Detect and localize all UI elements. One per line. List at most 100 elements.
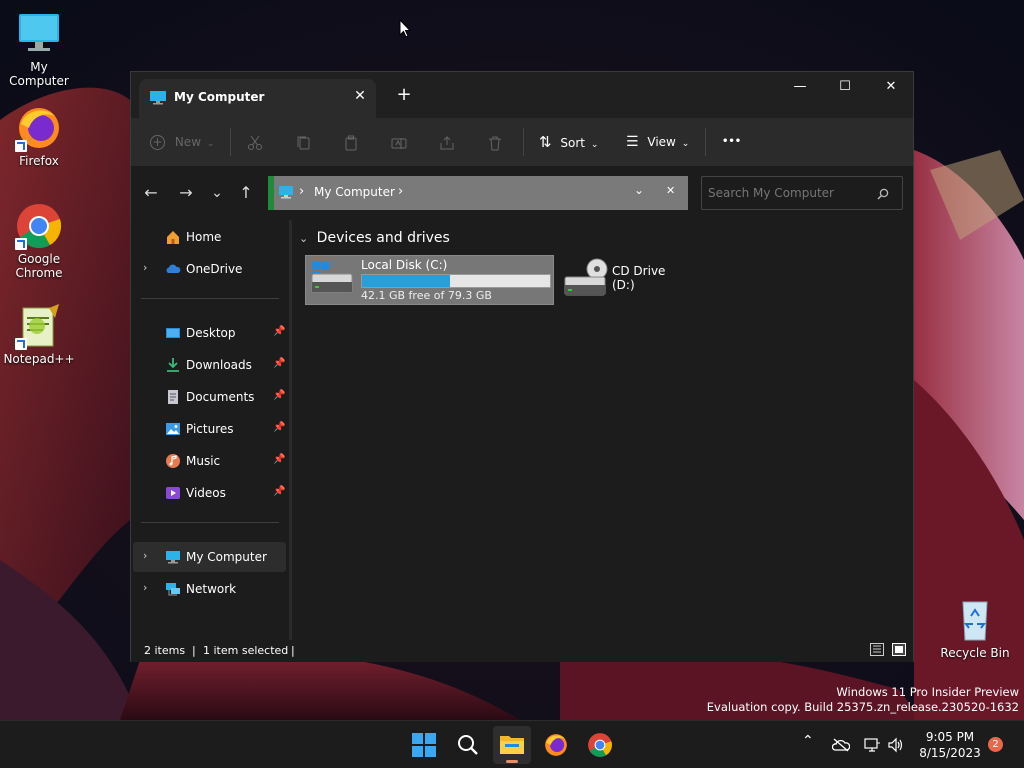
sidebar-item-music[interactable]: Music 📌	[133, 446, 286, 476]
sidebar-item-network[interactable]: › Network	[133, 574, 286, 604]
computer-icon	[166, 551, 180, 564]
chrome-icon	[15, 202, 63, 250]
taskbar-firefox[interactable]	[537, 726, 575, 764]
sort-button-label: Sort	[560, 136, 586, 150]
taskbar-search-button[interactable]	[449, 726, 487, 764]
desktop-icon-notepadpp[interactable]: Notepad++	[1, 302, 77, 366]
pin-icon[interactable]: 📌	[273, 326, 285, 337]
network-status-icon[interactable]	[864, 737, 880, 753]
videos-icon	[166, 487, 180, 499]
up-button[interactable]: ↑	[234, 180, 258, 206]
sidebar-item-label: Network	[186, 582, 237, 596]
drive-cd-d[interactable]: CD Drive (D:)	[559, 255, 689, 305]
pin-icon[interactable]: 📌	[273, 422, 285, 433]
chevron-right-icon[interactable]: ›	[143, 581, 147, 594]
maximize-button[interactable]: ☐	[822, 72, 868, 102]
taskbar-chrome[interactable]	[581, 726, 619, 764]
cut-button[interactable]	[247, 118, 267, 166]
details-view-button[interactable]	[870, 643, 884, 656]
address-dropdown-chevron-icon[interactable]: ⌄	[634, 183, 644, 197]
status-separator: |	[291, 644, 295, 657]
group-header-label: Devices and drives	[316, 230, 450, 246]
search-icon	[458, 735, 478, 755]
sidebar-item-label: Videos	[186, 486, 226, 500]
chevron-right-icon[interactable]: ›	[143, 549, 147, 562]
notification-badge[interactable]: 2	[988, 737, 1003, 752]
more-options-button[interactable]: •••	[722, 118, 746, 166]
sidebar-item-label: Downloads	[186, 358, 252, 372]
minimize-button[interactable]: —	[777, 72, 823, 102]
share-button[interactable]	[439, 118, 459, 166]
delete-button[interactable]	[487, 118, 507, 166]
cloud-offline-icon[interactable]	[832, 738, 850, 752]
back-button[interactable]: ←	[139, 180, 163, 206]
notepadpp-icon	[15, 302, 63, 350]
breadcrumb-separator[interactable]: ›	[398, 184, 403, 199]
recent-locations-button[interactable]: ⌄	[205, 180, 229, 206]
tab-close-button[interactable]: ✕	[349, 85, 371, 107]
file-list: ⌄ Devices and drives Local Disk (C:) 42.…	[293, 220, 913, 640]
taskbar-file-explorer[interactable]	[493, 726, 531, 764]
sidebar-item-onedrive[interactable]: › OneDrive	[133, 254, 286, 284]
copy-button[interactable]	[295, 118, 315, 166]
close-button[interactable]: ✕	[868, 72, 914, 102]
breadcrumb-my-computer[interactable]: My Computer	[314, 185, 395, 199]
view-button[interactable]: ☰ View ⌄	[626, 118, 692, 166]
home-icon	[167, 231, 179, 244]
tiles-view-button[interactable]	[892, 643, 906, 656]
pin-icon[interactable]: 📌	[273, 486, 285, 497]
rename-icon	[391, 137, 407, 149]
desktop-icon-firefox[interactable]: Firefox	[1, 104, 77, 168]
toolbar-divider	[523, 128, 524, 156]
recycle-bin-icon	[951, 596, 999, 644]
desktop-icon-label: Notepad++	[3, 352, 75, 366]
pin-icon[interactable]: 📌	[273, 454, 285, 465]
watermark-line-1: Windows 11 Pro Insider Preview	[836, 685, 1019, 699]
chevron-right-icon[interactable]: ›	[143, 261, 147, 274]
sidebar-item-downloads[interactable]: Downloads 📌	[133, 350, 286, 380]
sidebar-item-my-computer[interactable]: › My Computer	[133, 542, 286, 572]
volume-icon[interactable]	[887, 737, 903, 753]
sidebar-item-videos[interactable]: Videos 📌	[133, 478, 286, 508]
taskbar: ⌃ 9:05 PM 8/15/2023 2	[0, 720, 1024, 768]
sort-button[interactable]: ⇅ Sort ⌄	[539, 118, 603, 166]
computer-icon	[15, 10, 63, 58]
forward-button[interactable]: →	[174, 180, 198, 206]
drive-local-disk-c[interactable]: Local Disk (C:) 42.1 GB free of 79.3 GB	[305, 255, 554, 305]
search-input[interactable]	[708, 185, 868, 201]
desktop-icon-recycle-bin[interactable]: Recycle Bin	[937, 596, 1013, 660]
pin-icon[interactable]: 📌	[273, 358, 285, 369]
show-hidden-icons-chevron-icon[interactable]: ⌃	[802, 733, 814, 749]
cd-drive-icon	[564, 258, 608, 296]
sidebar-item-desktop[interactable]: Desktop 📌	[133, 318, 286, 348]
cut-icon	[248, 135, 262, 150]
view-list-icon: ☰	[626, 134, 639, 150]
search-box[interactable]	[701, 176, 903, 210]
desktop-icon-my-computer[interactable]: My Computer	[1, 10, 77, 88]
shortcut-arrow-icon	[15, 238, 27, 250]
file-explorer-icon	[500, 736, 524, 754]
desktop-icon-chrome[interactable]: Google Chrome	[1, 202, 77, 280]
delete-icon	[489, 136, 501, 150]
group-header-devices-and-drives[interactable]: ⌄ Devices and drives	[299, 230, 450, 246]
rename-button[interactable]	[391, 118, 411, 166]
title-bar[interactable]: My Computer ✕ + — ☐ ✕	[131, 72, 913, 118]
pin-icon[interactable]: 📌	[273, 390, 285, 401]
new-button-label: New	[174, 135, 202, 149]
new-button[interactable]: + New ⌄	[150, 118, 216, 166]
navigation-pane-scrollbar[interactable]	[289, 220, 292, 640]
sidebar-item-documents[interactable]: Documents 📌	[133, 382, 286, 412]
clock-date: 8/15/2023	[919, 746, 981, 760]
toolbar-divider	[230, 128, 231, 156]
desktop-icon-label: Firefox	[19, 154, 59, 168]
sidebar-item-home[interactable]: Home	[133, 222, 286, 252]
tab-my-computer[interactable]: My Computer ✕	[139, 79, 376, 118]
start-button[interactable]	[405, 726, 443, 764]
clock[interactable]: 9:05 PM 8/15/2023	[910, 729, 990, 761]
paste-button[interactable]	[343, 118, 363, 166]
firefox-icon	[15, 104, 63, 152]
address-bar[interactable]: › My Computer › ⌄ ✕	[268, 176, 688, 210]
new-tab-button[interactable]: +	[393, 84, 415, 106]
sidebar-item-pictures[interactable]: Pictures 📌	[133, 414, 286, 444]
address-clear-icon[interactable]: ✕	[666, 184, 675, 197]
